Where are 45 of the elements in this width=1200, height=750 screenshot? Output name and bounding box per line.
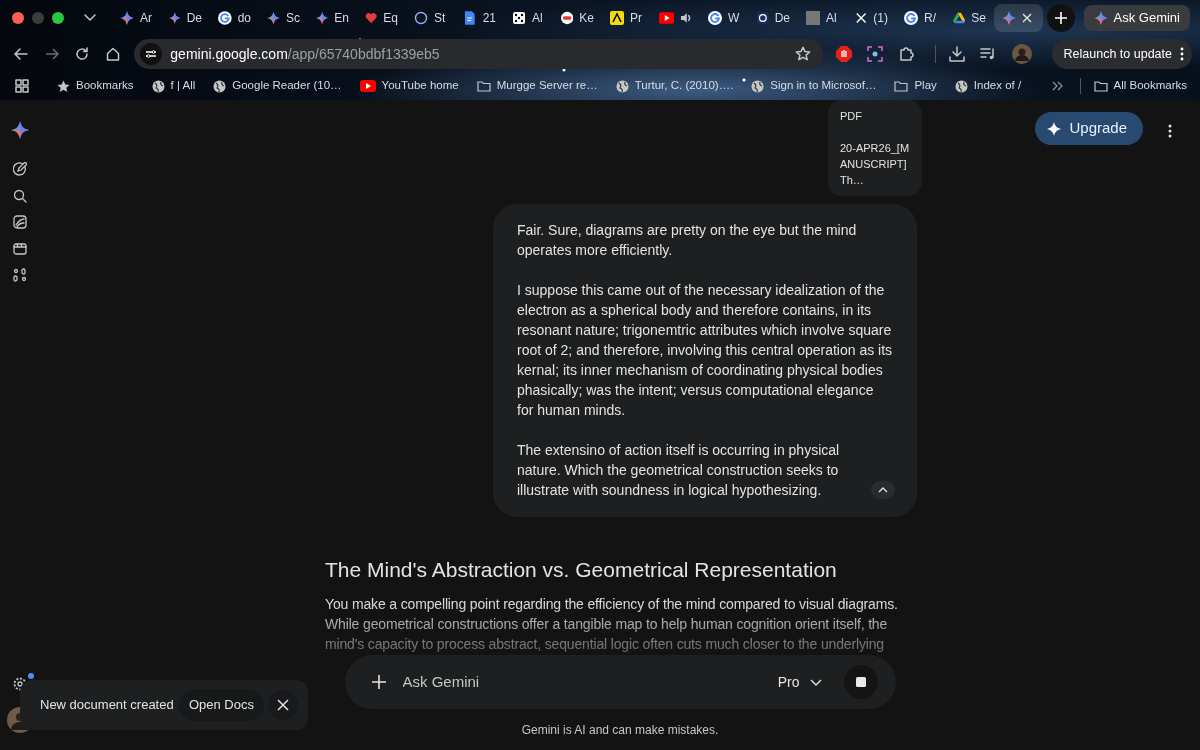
browser-tab[interactable]: Se bbox=[945, 4, 994, 32]
bookmark-link[interactable]: Google Reader (10… bbox=[208, 77, 347, 95]
browser-tab[interactable]: Al bbox=[798, 4, 847, 32]
attachment-card[interactable]: PDF 20-APR26_[MANUSCRIPT] Th… bbox=[828, 100, 922, 196]
bookmark-link[interactable]: Turtur, C. (2010)…. bbox=[610, 77, 739, 95]
browser-tab[interactable]: De bbox=[161, 4, 210, 32]
all-bookmarks-button[interactable]: All Bookmarks bbox=[1088, 77, 1192, 95]
browser-tab[interactable]: Eq bbox=[357, 4, 406, 32]
response-text: You make a compelling point regarding the efficiency of the mind compared to visual diagrams. While geometrical constructions offer a tangible map to help human cognition orient itself, the mind's capacity to process abstract, sequential logic often cuts much closer to the underlying bbox=[325, 595, 899, 655]
bookmark-link[interactable]: Murgge Server re… bbox=[471, 77, 603, 95]
browser-tab[interactable]: R/ bbox=[896, 4, 945, 32]
file-name: 20-APR26_[MANUSCRIPT] Th… bbox=[840, 141, 910, 188]
prompt-field[interactable]: Ask Gemini Pro bbox=[344, 655, 896, 710]
browser-tab[interactable]: St bbox=[406, 4, 455, 32]
browser-tab[interactable]: Al bbox=[504, 4, 553, 32]
browser-tab[interactable]: Sc bbox=[259, 4, 308, 32]
browser-tab[interactable]: Ke bbox=[553, 4, 602, 32]
message-text: I suppose this came out of the necessary idealization of the electron as a spherical body and therefore contains, in its resonant nature; trigonemtric attributes which involve square root of 2; and therefore, involving this central operation as its kernal; its inner mechanism of coordinating physical bodies phasically; was the intent; versus computational elegance for human minds. bbox=[517, 281, 893, 420]
upgrade-button[interactable]: Upgrade bbox=[1035, 112, 1143, 145]
browser-tab[interactable]: W bbox=[700, 4, 749, 32]
open-docs-button[interactable]: Open Docs bbox=[178, 689, 264, 721]
browser-tab[interactable]: 21 bbox=[455, 4, 504, 32]
bookmark-link[interactable]: f | All bbox=[146, 77, 201, 95]
ask-gemini-button[interactable]: Ask Gemini bbox=[1083, 5, 1190, 31]
message-text: The extensino of action itself is occurring in physical nature. Which the geometrical construction seeks to illustrate with soundness in logical hypothesizing. bbox=[517, 441, 841, 500]
file-type-label: PDF bbox=[840, 109, 863, 124]
model-selector[interactable]: Pro bbox=[771, 670, 828, 694]
bookmark-link[interactable]: YouTube home bbox=[354, 77, 464, 95]
toast-message: New document created bbox=[40, 696, 174, 715]
bookmark-link[interactable]: Sign in to Microsof… bbox=[746, 77, 882, 95]
disclaimer-text: Gemini is AI and can make mistakes. bbox=[521, 721, 719, 739]
address-bar[interactable]: gemini.google.com/app/65740bdbf1339eb5 bbox=[134, 39, 824, 69]
browser-tab[interactable]: Ar bbox=[112, 4, 161, 32]
message-text: Fair. Sure, diagrams are pretty on the eye but the mind operates more efficiently. bbox=[517, 221, 858, 260]
response-heading: The Mind's Abstraction vs. Geometrical Representation bbox=[325, 557, 838, 583]
browser-tab[interactable]: do bbox=[210, 4, 259, 32]
bookmark-link[interactable]: Index of / bbox=[949, 77, 1027, 95]
bookmark-link[interactable]: Bookmarks bbox=[52, 77, 139, 95]
relaunch-button[interactable]: Relaunch to update bbox=[1051, 39, 1192, 69]
browser-tab[interactable]: Pr bbox=[602, 4, 651, 32]
bookmark-link[interactable]: Play bbox=[889, 77, 942, 95]
browser-tab[interactable]: De bbox=[749, 4, 798, 32]
browser-tab[interactable]: En bbox=[308, 4, 357, 32]
browser-tab[interactable]: (1) bbox=[847, 4, 896, 32]
url-text: gemini.google.com/app/65740bdbf1339eb5 bbox=[170, 44, 440, 64]
